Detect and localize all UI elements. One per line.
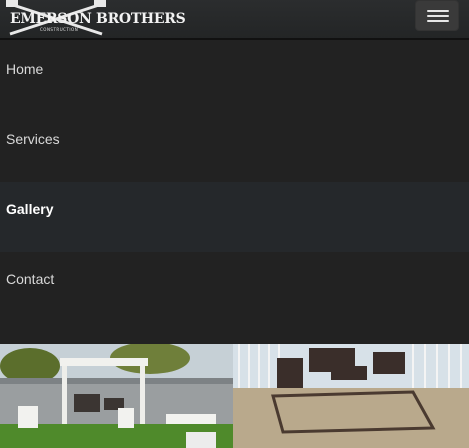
pergola-backyard-photo[interactable] bbox=[0, 344, 233, 448]
nav-item-label: Contact bbox=[6, 271, 55, 287]
menu-toggle-button[interactable] bbox=[415, 0, 459, 31]
nav-item-contact[interactable]: Contact bbox=[0, 252, 469, 322]
nav-item-services[interactable]: Services bbox=[0, 112, 469, 182]
company-logo[interactable]: EMERSON BROTHERS CONSTRUCTION bbox=[6, 0, 186, 38]
nav-item-label: Gallery bbox=[6, 201, 54, 217]
logo-wordmark: EMERSON BROTHERS bbox=[10, 11, 186, 27]
nav-menu: Home Services Gallery Contact bbox=[0, 42, 469, 322]
nav-item-home[interactable]: Home bbox=[0, 42, 469, 112]
nav-item-label: Services bbox=[6, 131, 60, 147]
gallery-strip bbox=[0, 344, 469, 448]
logo-tagline: CONSTRUCTION bbox=[40, 27, 79, 32]
nav-item-gallery[interactable]: Gallery bbox=[0, 182, 469, 252]
top-navbar: EMERSON BROTHERS CONSTRUCTION bbox=[0, 0, 469, 40]
nav-item-label: Home bbox=[6, 61, 44, 77]
deck-patio-furniture-photo[interactable] bbox=[233, 344, 469, 448]
